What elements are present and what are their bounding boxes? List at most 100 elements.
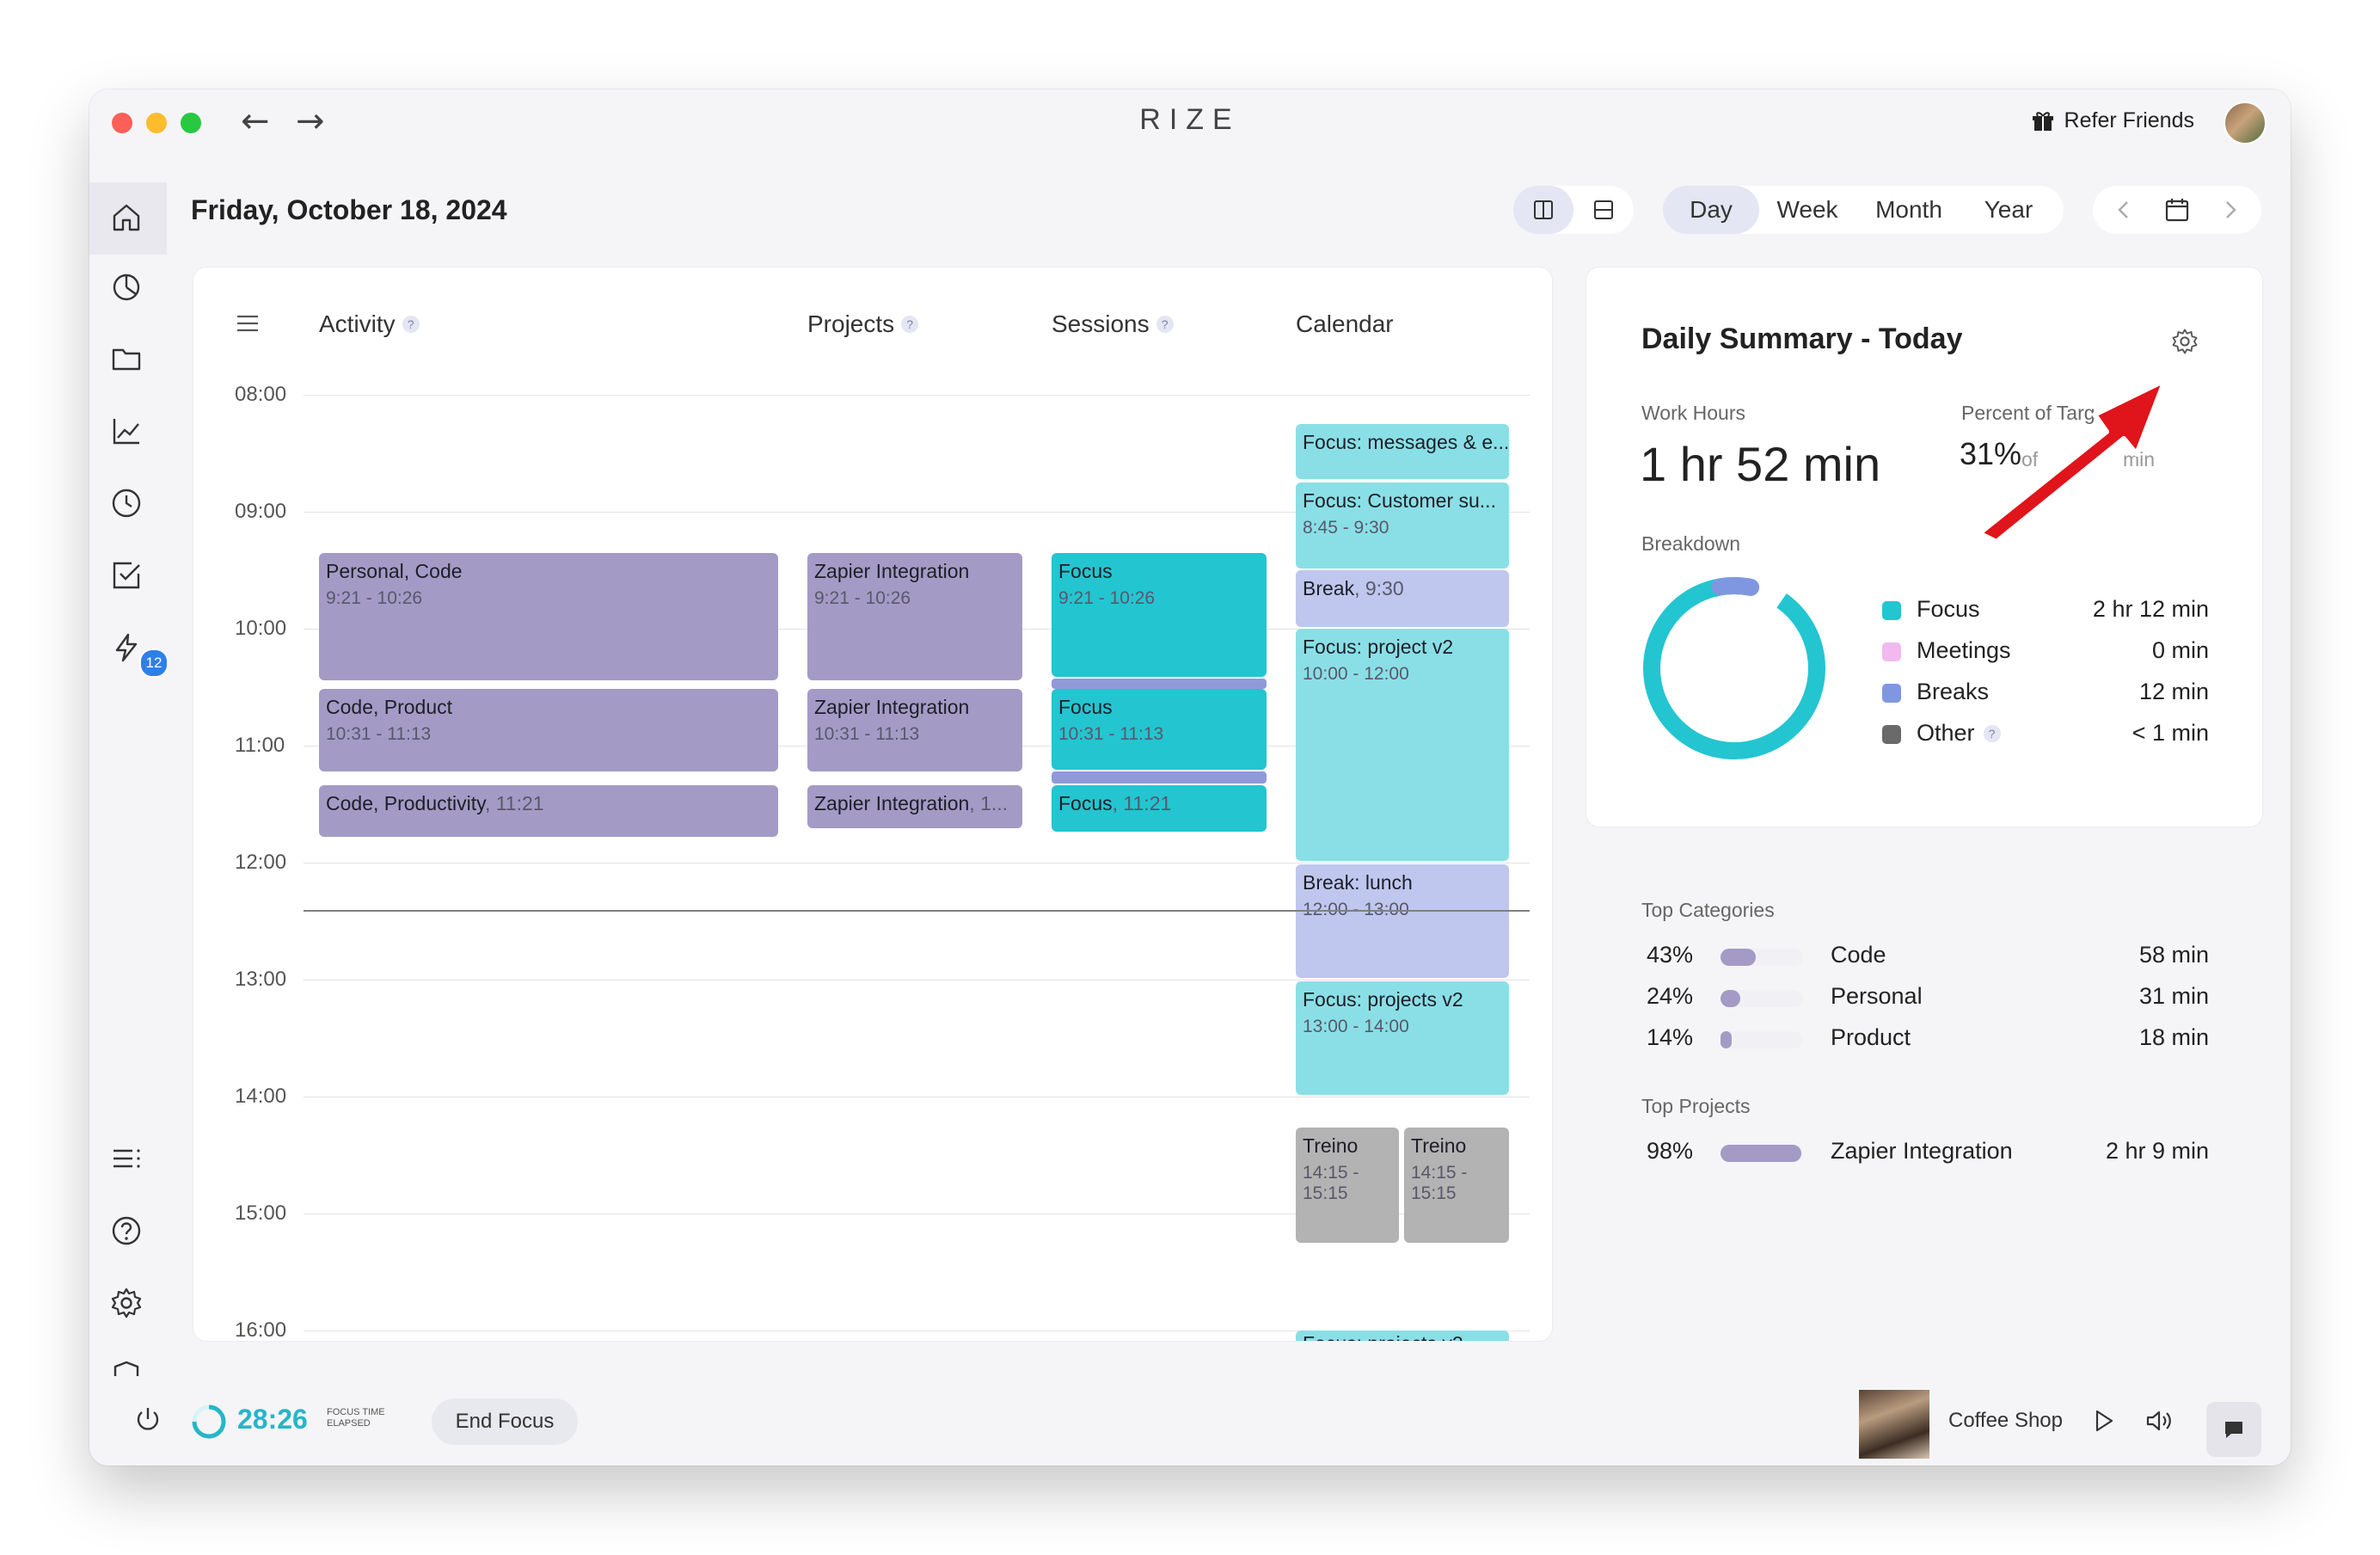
power-button[interactable] — [132, 1404, 163, 1439]
settings-icon — [111, 1288, 142, 1318]
help-icon[interactable]: ? — [1156, 316, 1174, 333]
chat-icon — [2225, 1422, 2242, 1438]
split-rows-button[interactable] — [1573, 186, 1634, 234]
project-block[interactable]: Zapier Integration, 1... — [807, 785, 1022, 828]
timeline-menu-button[interactable] — [235, 310, 261, 341]
donut-focus-segment — [1643, 577, 1825, 759]
activity-block[interactable]: Personal, Code 9:21 - 10:26 — [319, 553, 778, 680]
sidebar-item-tasks[interactable] — [107, 556, 146, 595]
event-title: Personal, Code — [326, 560, 463, 582]
app-window: ← → RIZE Refer Friends 12 Friday, Octobe… — [89, 89, 2291, 1466]
sidebar-item-analytics[interactable] — [107, 267, 146, 306]
category-value: 18 min — [2138, 1024, 2209, 1050]
category-row[interactable]: 24% Personal 31 min — [1641, 980, 2209, 1014]
calendar-event[interactable]: Break: lunch 12:00 - 13:00 — [1296, 864, 1509, 978]
chat-button[interactable] — [2206, 1402, 2261, 1457]
sidebar-item-trends[interactable] — [107, 411, 146, 451]
category-percent: 43% — [1647, 942, 1694, 968]
sidebar-item-help[interactable] — [107, 1211, 146, 1251]
event-title: Focus: project v2 — [1303, 636, 1454, 658]
sidebar-item-history[interactable] — [107, 483, 146, 523]
sidebar-item-projects[interactable] — [107, 339, 146, 378]
event-time: 11:21 — [495, 792, 544, 814]
help-icon[interactable]: ? — [901, 316, 919, 333]
sidebar-item-menu[interactable] — [107, 1139, 146, 1178]
focus-progress-ring — [192, 1404, 226, 1439]
tab-week[interactable]: Week — [1759, 186, 1856, 234]
app-title: RIZE — [1139, 103, 1241, 136]
column-sessions[interactable]: Sessions ? — [1052, 310, 1174, 338]
calendar-icon — [2165, 199, 2189, 222]
session-block[interactable]: Focus 9:21 - 10:26 — [1052, 553, 1267, 677]
bottom-bar: 28:26 FOCUS TIME ELAPSED End Focus Coffe… — [89, 1376, 2291, 1466]
soundscape-name: Coffee Shop — [1948, 1409, 2063, 1432]
legend-name-wrap: Other? — [1917, 720, 2001, 747]
soundscape-thumbnail[interactable] — [1859, 1390, 1929, 1459]
date-navigator — [2093, 186, 2261, 234]
notification-badge: 12 — [139, 648, 169, 678]
activity-block[interactable]: Code, Product 10:31 - 11:13 — [319, 689, 778, 771]
calendar-event[interactable]: Break, 9:30 — [1296, 570, 1509, 627]
split-columns-button[interactable] — [1513, 186, 1573, 234]
calendar-event[interactable]: Focus: project v2 10:00 - 12:00 — [1296, 629, 1509, 861]
layout-toggle — [1513, 186, 1634, 234]
tab-month[interactable]: Month — [1856, 186, 1962, 234]
event-time: 13:00 - 14:00 — [1303, 1017, 1409, 1036]
column-projects[interactable]: Projects ? — [807, 310, 919, 338]
summary-settings-button[interactable] — [2171, 328, 2199, 360]
project-percent: 98% — [1647, 1138, 1694, 1164]
sidebar: 12 — [89, 155, 169, 1391]
donut-breaks-segment — [1643, 577, 1825, 759]
session-block[interactable]: Focus 10:31 - 11:13 — [1052, 689, 1267, 770]
tab-year[interactable]: Year — [1962, 186, 2055, 234]
category-row[interactable]: 14% Product 18 min — [1641, 1021, 2209, 1055]
sidebar-item-home[interactable] — [107, 198, 146, 237]
category-value: 31 min — [2138, 983, 2209, 1009]
calendar-event[interactable]: Focus: projects v2 13:00 - 14:00 — [1296, 981, 1509, 1095]
bolt-icon — [115, 633, 138, 662]
breakdown-label: Breakdown — [1641, 532, 1741, 555]
calendar-event[interactable]: Treino 14:15 - 15:15 — [1296, 1128, 1399, 1243]
event-time: 9:21 - 10:26 — [1058, 588, 1156, 608]
end-focus-button[interactable]: End Focus — [432, 1398, 578, 1445]
category-row[interactable]: 43% Code 58 min — [1641, 938, 2209, 973]
hour-label: 10:00 — [235, 617, 287, 640]
gift-icon — [2032, 111, 2053, 131]
top-projects-label: Top Projects — [1641, 1095, 1751, 1117]
session-block[interactable]: Focus, 11:21 — [1052, 785, 1267, 832]
project-row[interactable]: 98% Zapier Integration 2 hr 9 min — [1641, 1134, 2209, 1169]
sidebar-item-automations[interactable]: 12 — [107, 628, 169, 678]
legend-focus: Focus 2 hr 12 min — [1882, 593, 2209, 627]
category-bar — [1721, 949, 1803, 966]
event-time: 10:31 - 11:13 — [326, 724, 432, 744]
prev-day-button[interactable] — [2110, 196, 2138, 228]
legend-value: < 1 min — [2132, 720, 2209, 746]
focus-timer-caption: FOCUS TIME ELAPSED — [327, 1407, 385, 1429]
focus-timer-caption-line1: FOCUS TIME — [327, 1407, 385, 1417]
avatar[interactable] — [2224, 101, 2267, 144]
calendar-event[interactable]: Focus: messages & e... — [1296, 424, 1509, 479]
list-icon — [113, 1149, 140, 1168]
break-marker[interactable] — [1052, 771, 1267, 784]
help-icon[interactable]: ? — [402, 316, 420, 333]
next-day-button[interactable] — [2217, 196, 2244, 228]
volume-button[interactable] — [2144, 1407, 2174, 1439]
calendar-event[interactable]: Focus: Customer su... 8:45 - 9:30 — [1296, 482, 1509, 569]
project-block[interactable]: Zapier Integration 9:21 - 10:26 — [807, 553, 1022, 680]
help-icon[interactable]: ? — [1983, 724, 2001, 742]
calendar-picker-button[interactable] — [2163, 196, 2191, 228]
refer-friends-button[interactable]: Refer Friends — [2032, 108, 2194, 133]
play-button[interactable] — [2089, 1407, 2117, 1439]
category-name: Product — [1831, 1024, 1911, 1050]
activity-block[interactable]: Code, Productivity, 11:21 — [319, 785, 778, 837]
tab-day[interactable]: Day — [1663, 186, 1759, 234]
calendar-event[interactable]: Focus: projects v2 — [1296, 1331, 1509, 1341]
calendar-event[interactable]: Treino 14:15 - 15:15 — [1404, 1128, 1509, 1243]
column-activity[interactable]: Activity ? — [319, 310, 420, 338]
column-calendar[interactable]: Calendar — [1296, 310, 1394, 338]
sidebar-item-settings[interactable] — [107, 1283, 146, 1323]
project-block[interactable]: Zapier Integration 10:31 - 11:13 — [807, 689, 1022, 771]
legend-name: Focus — [1917, 596, 1980, 622]
break-marker[interactable] — [1052, 679, 1267, 689]
legend-value: 12 min — [2138, 679, 2209, 704]
